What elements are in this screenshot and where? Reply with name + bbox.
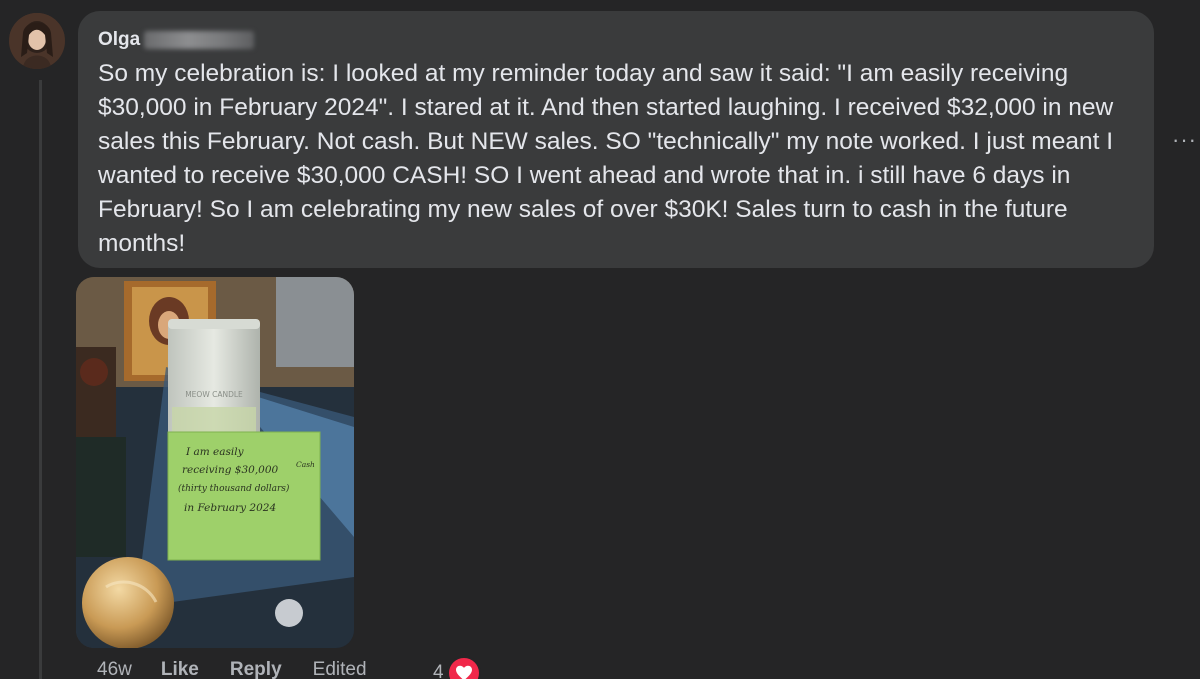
note-line-1: I am easily bbox=[185, 446, 245, 458]
avatar[interactable] bbox=[9, 13, 65, 69]
thread-line bbox=[39, 80, 42, 679]
edited-label: Edited bbox=[312, 659, 367, 679]
more-options-button[interactable]: ··· bbox=[1172, 128, 1200, 152]
like-button[interactable]: Like bbox=[161, 659, 199, 679]
note-addition: Cash bbox=[296, 460, 315, 469]
reaction-count: 4 bbox=[433, 662, 444, 679]
note-line-4: in February 2024 bbox=[184, 502, 276, 514]
timestamp[interactable]: 46w bbox=[97, 659, 132, 679]
photo-image: MEOW CANDLE I am easily receiving $30,00… bbox=[76, 277, 354, 648]
author-name[interactable]: Olga bbox=[98, 28, 140, 52]
redacted-name bbox=[144, 31, 255, 49]
comment-actions: 46w Like Reply Edited bbox=[97, 658, 389, 679]
comment-text: So my celebration is: I looked at my rem… bbox=[98, 60, 1114, 257]
comment-bubble: Olga So my celebration is: I looked at m… bbox=[78, 11, 1154, 268]
more-icon: ··· bbox=[1172, 128, 1197, 152]
candle-label: MEOW CANDLE bbox=[185, 390, 243, 399]
author-row: Olga bbox=[98, 28, 1134, 52]
attached-photo[interactable]: MEOW CANDLE I am easily receiving $30,00… bbox=[76, 277, 354, 648]
note-line-2: receiving $30,000 bbox=[182, 464, 279, 476]
reply-button[interactable]: Reply bbox=[230, 659, 282, 679]
note-line-3: (thirty thousand dollars) bbox=[178, 483, 290, 494]
heart-icon bbox=[446, 656, 481, 679]
avatar-image bbox=[9, 13, 65, 69]
reaction-summary[interactable]: 4 bbox=[433, 656, 481, 679]
comment-thread: Olga So my celebration is: I looked at m… bbox=[0, 0, 1200, 679]
